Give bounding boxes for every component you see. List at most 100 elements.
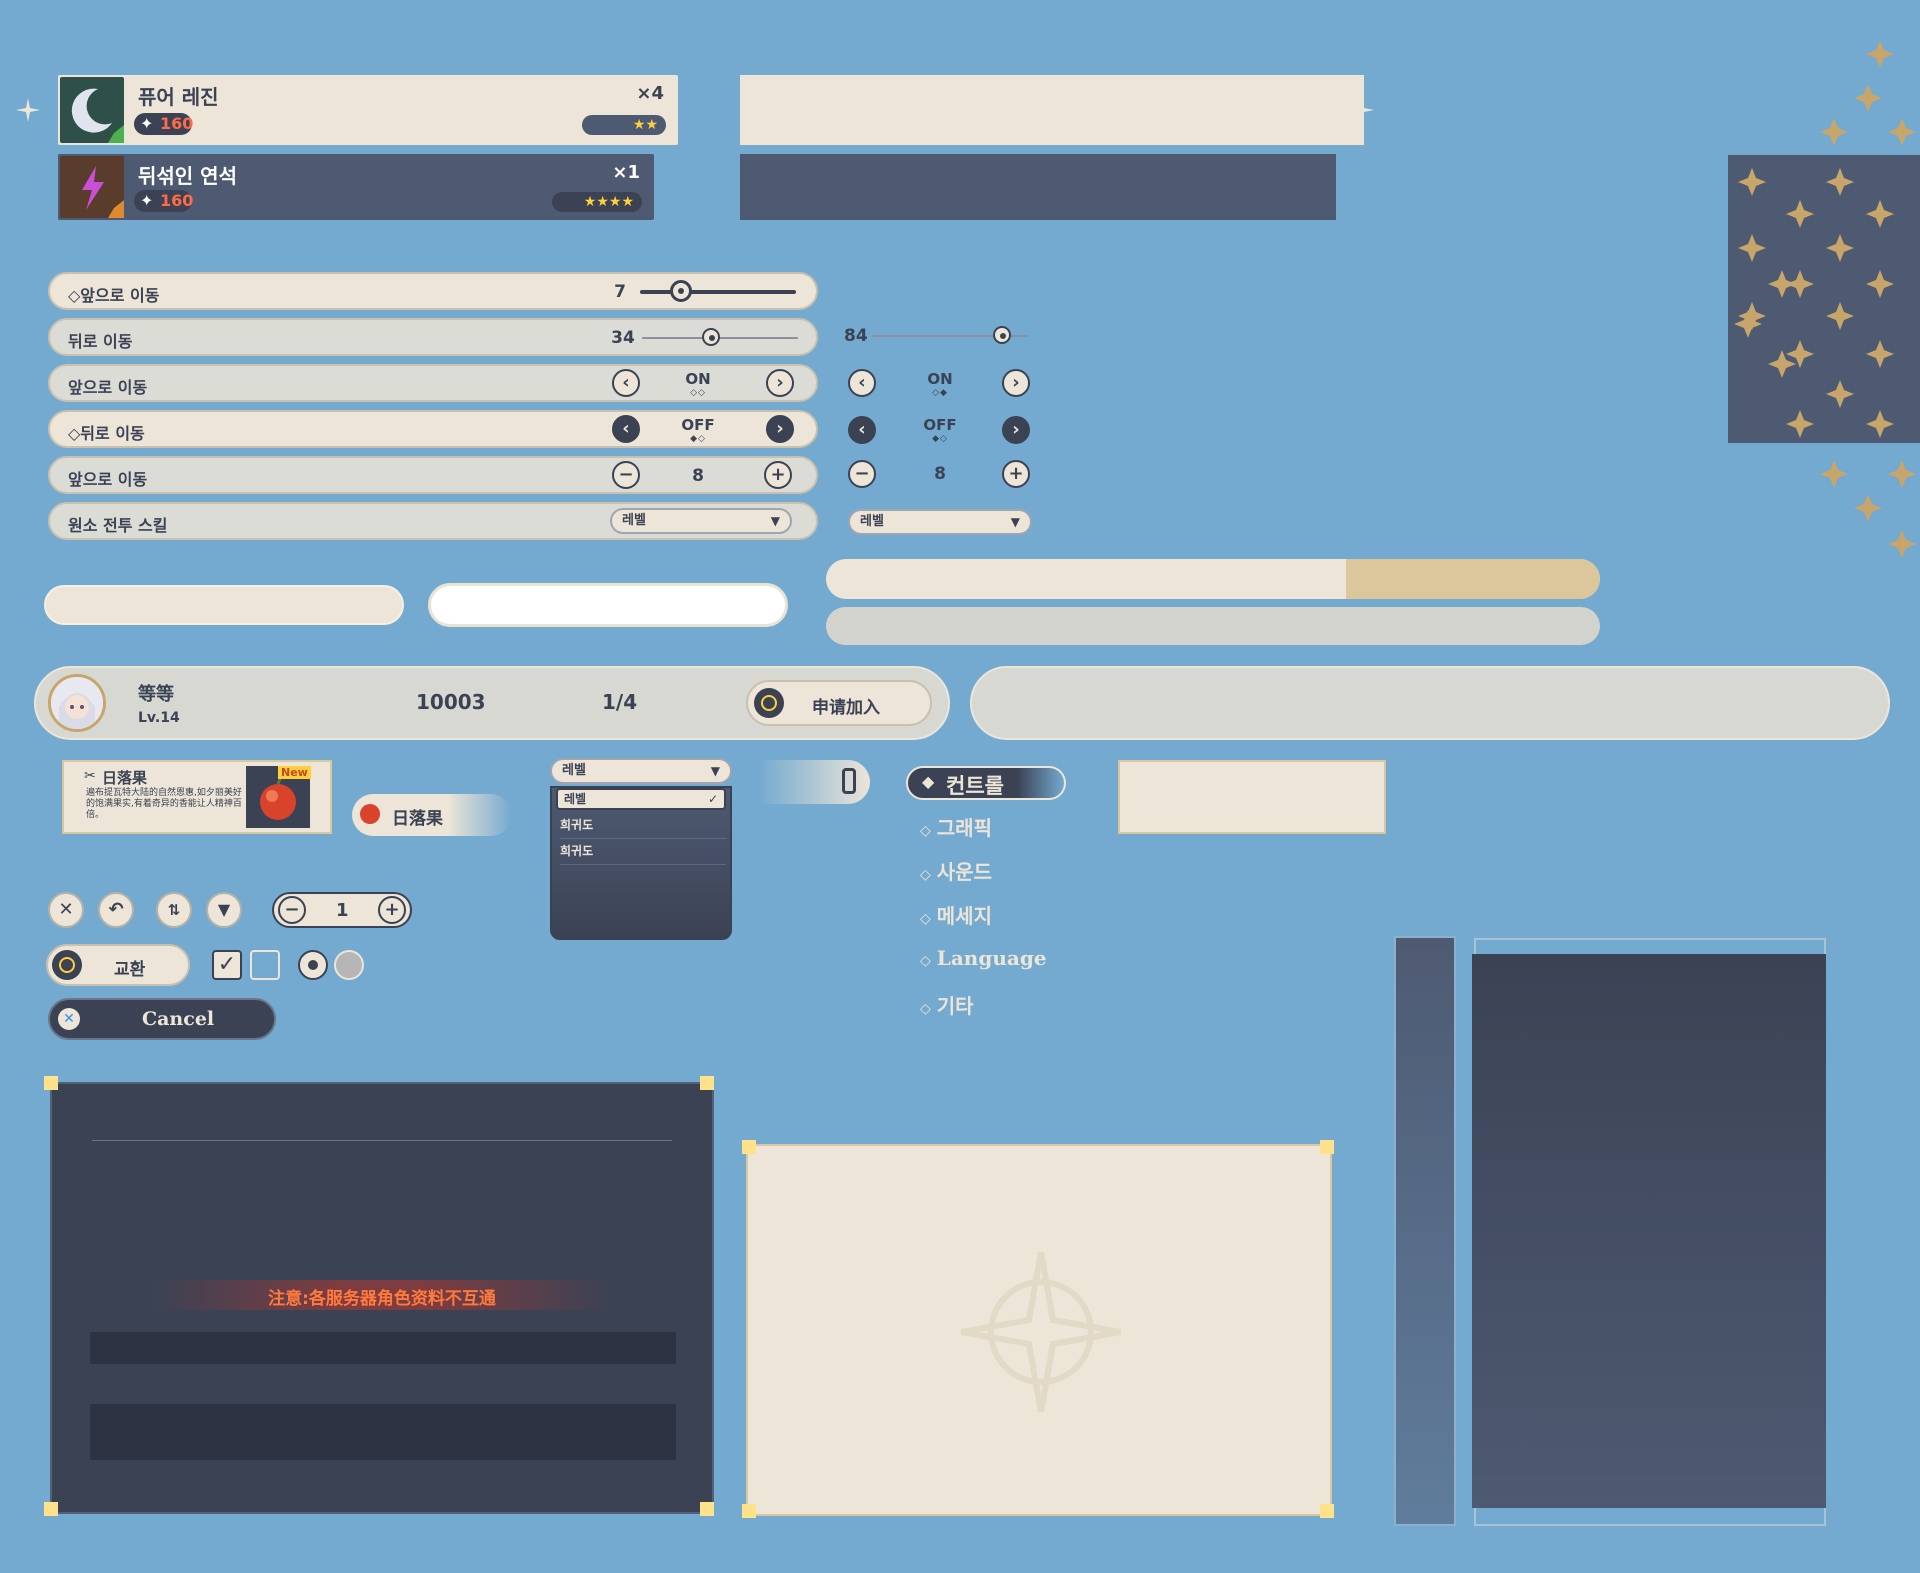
radio-selected[interactable] <box>298 950 328 980</box>
diamond-icon: ◆ <box>922 772 935 791</box>
level-dropdown[interactable]: 레벨 ▼ <box>610 508 792 534</box>
setting-row-toggle-on[interactable]: 앞으로 이동 ‹ ON ◇◇ › <box>48 364 818 402</box>
checkbox-checked[interactable]: ✓ <box>212 950 242 980</box>
setting-row-stepper[interactable]: 앞으로 이동 − 8 + <box>48 456 818 494</box>
setting-row-dropdown[interactable]: 원소 전투 스킬 레벨 ▼ <box>48 502 818 540</box>
corner-ornament-icon <box>700 1502 714 1516</box>
menu-item-graphics[interactable]: ◇ 그래픽 <box>920 812 992 841</box>
corner-ornament-icon <box>44 1076 58 1090</box>
card-desc: 遍布提瓦特大陆的自然恩惠,如夕丽美好的饱满果实,有着奇异的香能让人精神百倍。 <box>86 788 242 820</box>
level-dropdown[interactable]: 레벨 ▼ <box>848 509 1032 535</box>
chevron-left-icon[interactable]: ‹ <box>848 416 876 444</box>
item-row-empty-dark <box>740 154 1336 220</box>
cancel-label: Cancel <box>142 1008 215 1030</box>
dropdown-option-selected[interactable]: 레벨 ✓ <box>556 788 726 810</box>
star-pattern <box>1734 40 1916 558</box>
quantity-stepper[interactable]: − 1 + <box>272 892 412 928</box>
input-field[interactable] <box>90 1332 676 1364</box>
setting-label: 앞으로 이동 <box>68 470 148 489</box>
corner-ornament-icon <box>742 1504 756 1518</box>
menu-label: 메세지 <box>936 904 992 928</box>
slider-track[interactable] <box>642 337 798 339</box>
progress-bar-light <box>826 559 1600 599</box>
player-card[interactable]: 等等 Lv.14 10003 1/4 申请加入 <box>34 666 950 740</box>
progress-fill <box>1346 559 1600 599</box>
setting-row-toggle-off[interactable]: ◇뒤로 이동 ‹ OFF ◆◇ › <box>48 410 818 448</box>
chevron-right-icon[interactable]: › <box>766 369 794 397</box>
slider-value: 84 <box>844 326 868 346</box>
slider-knob[interactable] <box>670 280 692 302</box>
dropdown-value: 레벨 <box>562 763 586 778</box>
sort-icon[interactable]: ⇅ <box>156 892 192 928</box>
plus-icon[interactable]: + <box>764 461 792 489</box>
menu-label: Language <box>936 946 1047 970</box>
radio-unselected[interactable] <box>334 950 364 980</box>
device-tab[interactable] <box>758 760 870 804</box>
player-card-empty <box>970 666 1890 740</box>
item-chip-sunsettia[interactable]: 日落果 <box>352 794 512 836</box>
sparkle-icon <box>1350 98 1374 122</box>
filter-icon[interactable]: ▼ <box>206 892 242 928</box>
chevron-right-icon[interactable]: › <box>1002 416 1030 444</box>
minus-icon[interactable]: − <box>612 461 640 489</box>
sort-dropdown[interactable]: 레벨 ▼ <box>550 758 732 784</box>
diamond-outline-icon: ◇ <box>920 1001 931 1017</box>
caret-down-icon: ▼ <box>1010 515 1020 529</box>
cost-badge: 160 <box>134 190 193 212</box>
cancel-x-icon: ✕ <box>58 1008 80 1030</box>
plus-icon[interactable]: + <box>378 896 406 924</box>
menu-item-other[interactable]: ◇ 기타 <box>920 990 974 1019</box>
dropdown-option[interactable]: 희귀도 <box>560 842 726 865</box>
close-icon[interactable]: ✕ <box>48 892 84 928</box>
caret-down-icon: ▼ <box>710 764 720 778</box>
exchange-button[interactable]: 교환 <box>46 944 190 986</box>
avatar <box>48 674 106 732</box>
player-members: 1/4 <box>602 690 638 714</box>
toggle-value: ON <box>927 370 953 388</box>
quantity-value: 1 <box>336 900 349 921</box>
item-row-resin[interactable]: 퓨어 레진 ×4 160 ★★ <box>58 75 678 145</box>
setting-row-slider-active[interactable]: ◇앞으로 이동 7 <box>48 272 818 310</box>
menu-item-sound[interactable]: ◇ 사운드 <box>920 856 992 885</box>
moon-icon <box>60 77 124 143</box>
plus-icon[interactable]: + <box>1002 460 1030 488</box>
slider-knob[interactable] <box>993 326 1011 344</box>
corner-ornament-icon <box>700 1076 714 1090</box>
chevron-left-icon[interactable]: ‹ <box>848 369 876 397</box>
chevron-left-icon[interactable]: ‹ <box>612 415 640 443</box>
minus-icon[interactable]: − <box>848 460 876 488</box>
menu-item-message[interactable]: ◇ 메세지 <box>920 900 992 929</box>
menu-label: 그래픽 <box>936 816 992 840</box>
stepper-value: 8 <box>692 466 704 486</box>
minus-icon[interactable]: − <box>278 896 306 924</box>
dropdown-panel: 레벨 ✓ 희귀도 희귀도 <box>550 786 732 940</box>
join-button[interactable]: 申请加入 <box>746 680 932 726</box>
search-input-white[interactable] <box>428 583 788 627</box>
slider-knob[interactable] <box>702 328 720 346</box>
chevron-right-icon[interactable]: › <box>1002 369 1030 397</box>
chevron-left-icon[interactable]: ‹ <box>612 369 640 397</box>
item-count: ×4 <box>636 83 664 104</box>
setting-label: 원소 전투 스킬 <box>68 516 168 535</box>
phone-icon <box>842 768 856 794</box>
item-row-stone[interactable]: 뒤섞인 연석 ×1 160 ★★★★ <box>58 154 654 220</box>
sparkle-icon <box>16 98 40 122</box>
textarea-field[interactable] <box>90 1404 676 1460</box>
setting-row-slider[interactable]: 뒤로 이동 34 <box>48 318 818 356</box>
dropdown-option[interactable]: 희귀도 <box>560 816 726 839</box>
item-card-sunsettia[interactable]: ✂ 日落果 遍布提瓦特大陆的自然恩惠,如夕丽美好的饱满果实,有着奇异的香能让人精… <box>62 760 332 834</box>
menu-item-language[interactable]: ◇ Language <box>920 946 1047 970</box>
slider-value: 7 <box>614 282 626 302</box>
slider-track[interactable] <box>640 290 796 294</box>
menu-label: 컨트롤 <box>946 774 1004 798</box>
menu-item-active[interactable]: ◆ 컨트롤 <box>906 766 1066 800</box>
search-input-light[interactable] <box>44 585 404 625</box>
cancel-button[interactable]: ✕ Cancel <box>48 998 276 1040</box>
checkbox-unchecked[interactable] <box>250 950 280 980</box>
menu-label: 기타 <box>936 994 974 1018</box>
rarity-stars: ★★★★ <box>552 192 642 212</box>
chevron-right-icon[interactable]: › <box>766 415 794 443</box>
option-label: 희귀도 <box>560 844 594 858</box>
content-panel <box>1472 954 1826 1508</box>
undo-icon[interactable]: ↶ <box>98 892 134 928</box>
